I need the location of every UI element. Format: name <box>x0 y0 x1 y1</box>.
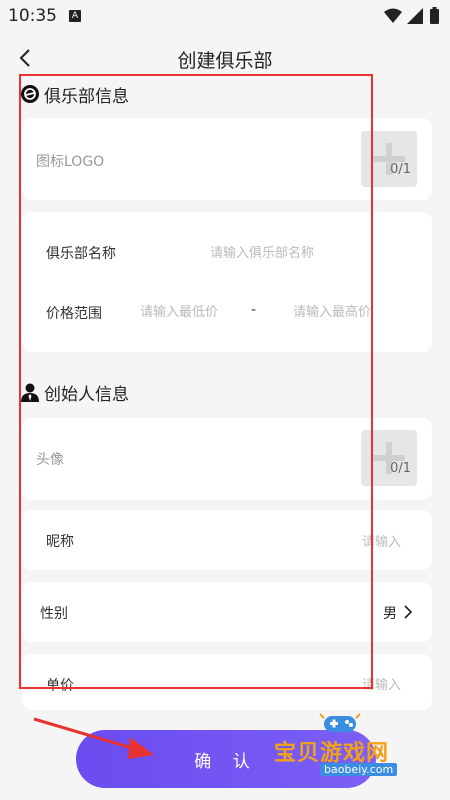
wifi-icon <box>384 8 402 23</box>
status-time: 10:35 <box>8 6 57 26</box>
notification-icon: A <box>69 10 81 22</box>
person-icon <box>21 383 39 402</box>
club-info-title: 俱乐部信息 <box>44 86 129 107</box>
nickname-input[interactable]: 请输入 <box>362 531 401 550</box>
nickname-label: 昵称 <box>46 534 74 550</box>
club-details-card: 俱乐部名称 请输入俱乐部名称 价格范围 请输入最低价 - 请输入最高价 <box>22 212 432 352</box>
price-min-input[interactable]: 请输入最低价 <box>140 301 218 320</box>
club-name-input[interactable]: 请输入俱乐部名称 <box>210 242 314 261</box>
nav-bar: 创建俱乐部 <box>0 36 450 80</box>
founder-info-title: 创始人信息 <box>44 384 129 405</box>
club-info-header: 俱乐部信息 <box>20 81 129 107</box>
gamepad-icon <box>319 713 361 732</box>
price-max-input[interactable]: 请输入最高价 <box>293 301 371 320</box>
gender-label: 性别 <box>40 606 68 622</box>
watermark-url: baobeiy.com <box>320 763 398 776</box>
club-name-label: 俱乐部名称 <box>46 246 116 262</box>
page-title: 创建俱乐部 <box>177 50 273 72</box>
nickname-card: 昵称 请输入 <box>22 510 432 570</box>
gender-card[interactable]: 性别 男 <box>22 582 432 642</box>
avatar-upload-button[interactable]: 0/1 <box>361 430 417 486</box>
avatar-label: 头像 <box>36 452 64 468</box>
logo-label: 图标LOGO <box>36 154 105 170</box>
avatar-card: 头像 0/1 <box>22 418 432 500</box>
logo-card: 图标LOGO 0/1 <box>22 118 432 200</box>
gender-value[interactable]: 男 <box>383 603 397 623</box>
chevron-right-icon <box>404 605 413 619</box>
price-range-label: 价格范围 <box>46 306 102 322</box>
red-arrow-annotation <box>33 717 154 759</box>
unit-price-label: 单价 <box>46 678 74 694</box>
club-icon <box>21 85 39 103</box>
unit-price-card: 单价 请输入 <box>22 654 432 710</box>
battery-icon <box>430 7 439 24</box>
unit-price-input[interactable]: 请输入 <box>362 674 401 693</box>
founder-info-header: 创始人信息 <box>20 379 129 405</box>
price-separator: - <box>251 302 257 318</box>
avatar-count: 0/1 <box>390 461 411 476</box>
logo-count: 0/1 <box>390 162 411 177</box>
status-bar: 10:35 A <box>0 0 450 32</box>
logo-upload-button[interactable]: 0/1 <box>361 131 417 187</box>
watermark: 宝贝游戏网 baobeiy.com <box>270 710 440 780</box>
signal-icon <box>407 8 423 24</box>
